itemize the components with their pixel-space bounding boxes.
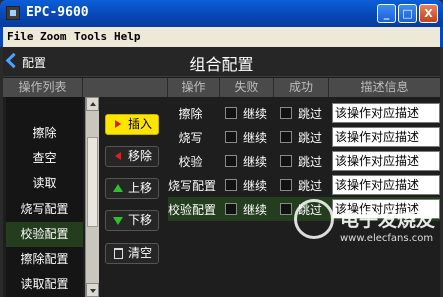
watermark-logo-icon	[294, 199, 334, 239]
column-header-desc: 描述信息	[329, 78, 440, 97]
description-field[interactable]: 该操作对应描述	[332, 175, 440, 195]
title-bar[interactable]: EPC-9600 _ □ X	[0, 0, 443, 27]
table-row[interactable]: 烧写 继续 跳过 该操作对应描述	[168, 125, 440, 149]
fail-checkbox[interactable]	[225, 155, 237, 167]
clear-button[interactable]: 清空	[105, 243, 159, 264]
success-label: 跳过	[298, 155, 323, 169]
column-header-list: 操作列表	[3, 78, 83, 97]
fail-label: 继续	[243, 131, 268, 145]
close-button[interactable]: X	[419, 4, 438, 23]
success-label: 跳过	[298, 107, 323, 121]
list-item[interactable]: 擦除	[6, 121, 83, 146]
menu-tools[interactable]: Tools	[74, 30, 107, 43]
page-title: 组合配置	[189, 55, 254, 74]
watermark-url: www.elecfans.com	[340, 233, 434, 244]
move-down-label: 下移	[128, 213, 153, 227]
table-row[interactable]: 校验 继续 跳过 该操作对应描述	[168, 149, 440, 173]
description-field[interactable]: 该操作对应描述	[332, 103, 440, 123]
column-header-success: 成功	[274, 78, 329, 97]
success-label: 跳过	[298, 179, 323, 193]
column-header-spacer	[83, 78, 168, 97]
scroll-up-icon[interactable]	[86, 97, 99, 111]
success-checkbox[interactable]	[280, 179, 292, 191]
list-item[interactable]: 查空	[6, 146, 83, 171]
watermark: 电子发烧友 www.elecfans.com	[290, 195, 440, 295]
move-up-button[interactable]: 上移	[105, 178, 159, 199]
row-op: 烧写配置	[168, 179, 217, 193]
fail-checkbox[interactable]	[225, 203, 237, 215]
arrow-down-icon	[113, 217, 123, 225]
move-down-button[interactable]: 下移	[105, 210, 159, 231]
success-checkbox[interactable]	[280, 131, 292, 143]
menu-file[interactable]: File	[7, 30, 34, 43]
table-row[interactable]: 擦除 继续 跳过 该操作对应描述	[168, 101, 440, 125]
list-item[interactable]: 读取	[6, 171, 83, 196]
menu-bar: File Zoom Tools Help	[0, 27, 443, 47]
row-op: 烧写	[178, 131, 203, 145]
remove-button[interactable]: 移除	[105, 146, 159, 167]
fail-label: 继续	[243, 203, 268, 217]
column-header-op: 操作	[168, 78, 220, 97]
remove-label: 移除	[128, 149, 153, 163]
row-op: 校验配置	[168, 203, 217, 217]
success-label: 跳过	[298, 131, 323, 145]
list-item[interactable]: 烧写配置	[6, 197, 83, 222]
fail-checkbox[interactable]	[225, 179, 237, 191]
menu-zoom[interactable]: Zoom	[40, 30, 67, 43]
trash-icon	[114, 248, 123, 259]
maximize-button[interactable]: □	[398, 4, 417, 23]
description-field[interactable]: 该操作对应描述	[332, 127, 440, 147]
insert-button[interactable]: 插入	[105, 114, 159, 135]
chevron-left-icon	[115, 152, 121, 160]
fail-checkbox[interactable]	[225, 131, 237, 143]
success-checkbox[interactable]	[280, 107, 292, 119]
column-header-fail: 失败	[220, 78, 274, 97]
fail-label: 继续	[243, 107, 268, 121]
list-item-selected[interactable]: 校验配置	[6, 222, 83, 247]
list-item[interactable]: 擦除配置	[6, 247, 83, 272]
fail-label: 继续	[243, 155, 268, 169]
fail-label: 继续	[243, 179, 268, 193]
clear-label: 清空	[128, 246, 153, 260]
move-up-label: 上移	[128, 181, 153, 195]
operation-list[interactable]: 擦除 查空 读取 烧写配置 校验配置 擦除配置 读取配置	[6, 97, 83, 297]
arrow-up-icon	[113, 184, 123, 192]
scroll-thumb[interactable]	[87, 137, 98, 227]
row-op: 校验	[178, 155, 203, 169]
list-item[interactable]: 读取配置	[6, 272, 83, 297]
row-op: 擦除	[178, 107, 203, 121]
menu-help[interactable]: Help	[114, 30, 141, 43]
success-checkbox[interactable]	[280, 155, 292, 167]
minimize-button[interactable]: _	[377, 4, 396, 23]
app-icon	[6, 6, 20, 20]
window-title: EPC-9600	[26, 5, 89, 20]
fail-checkbox[interactable]	[225, 107, 237, 119]
insert-label: 插入	[128, 117, 153, 131]
scroll-down-icon[interactable]	[86, 283, 99, 297]
description-field[interactable]: 该操作对应描述	[332, 151, 440, 171]
table-row[interactable]: 烧写配置 继续 跳过 该操作对应描述	[168, 173, 440, 197]
list-scrollbar[interactable]	[85, 97, 99, 297]
header: 配置 组合配置	[3, 47, 440, 77]
chevron-right-icon	[115, 120, 121, 128]
watermark-text: 电子发烧友	[340, 209, 436, 231]
